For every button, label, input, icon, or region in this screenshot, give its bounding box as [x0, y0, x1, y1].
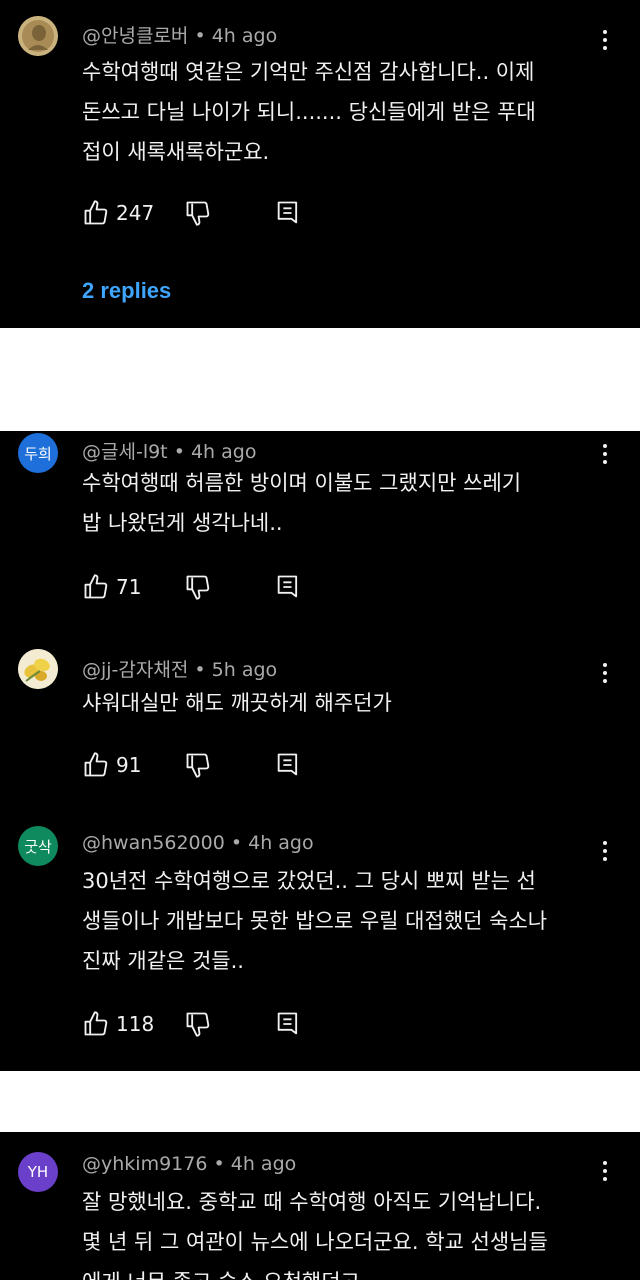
comment-time[interactable]: 5h ago — [212, 659, 278, 681]
meta-separator: • — [194, 25, 206, 47]
more-vertical-icon[interactable] — [600, 30, 610, 50]
dislike-button[interactable] — [184, 750, 212, 780]
thumbs-up-icon — [84, 1011, 108, 1036]
avatar[interactable]: 굿삭 — [18, 826, 58, 866]
comment-panel-2: 두희 @글세-l9t • 4h ago 수학여행때 허름한 방이며 이불도 그랬… — [0, 431, 640, 1071]
like-button[interactable]: 118 — [82, 1009, 154, 1039]
comment-actions: 247 — [82, 198, 342, 228]
comment-text: 30년전 수학여행으로 갔었던.. 그 당시 뽀찌 받는 선 생들이나 개밥보다… — [82, 861, 602, 981]
like-count: 247 — [116, 201, 155, 225]
like-button[interactable]: 91 — [82, 750, 141, 780]
comment-line: 밥 나왔던게 생각나네.. — [82, 511, 283, 535]
avatar[interactable]: YH — [18, 1152, 58, 1192]
author-handle[interactable]: @jj-감자채전 — [82, 659, 188, 681]
comment-meta: @jj-감자채전 • 5h ago — [82, 655, 277, 682]
comment-actions: 91 — [82, 750, 342, 780]
comment-line: 수학여행때 허름한 방이며 이불도 그랬지만 쓰레기 — [82, 471, 522, 495]
comment-text: 샤워대실만 해도 깨끗하게 해주던가 — [82, 683, 602, 723]
dislike-button[interactable] — [184, 1009, 212, 1039]
flower-avatar-icon — [18, 649, 58, 689]
reply-button[interactable] — [274, 572, 302, 602]
more-vertical-icon[interactable] — [600, 1161, 610, 1181]
thumbs-up-icon — [84, 200, 108, 225]
thumbs-up-icon — [84, 752, 108, 777]
comment-item: 두희 @글세-l9t • 4h ago 수학여행때 허름한 방이며 이불도 그랬… — [0, 431, 640, 621]
comment-text: 잘 망했네요. 중학교 때 수학여행 아직도 기억납니다. 몇 년 뒤 그 여관… — [82, 1182, 602, 1280]
comment-item: @안녕클로버 • 4h ago 수학여행때 엿같은 기억만 주신점 감사합니다.… — [0, 0, 640, 328]
thumbs-down-icon — [186, 753, 210, 778]
author-handle[interactable]: @안녕클로버 — [82, 25, 188, 47]
comment-line: 몇 년 뒤 그 여관이 뉴스에 나오더군요. 학교 선생님들 — [82, 1230, 548, 1254]
reply-comment-icon — [277, 201, 298, 224]
reply-comment-icon — [277, 753, 298, 776]
comment-line: 접이 새록새록하군요. — [82, 140, 270, 164]
comment-text: 수학여행때 엿같은 기억만 주신점 감사합니다.. 이제 돈쓰고 다닐 나이가 … — [82, 52, 602, 172]
avatar[interactable] — [18, 16, 58, 56]
comment-meta: @hwan562000 • 4h ago — [82, 832, 314, 854]
comment-time[interactable]: 4h ago — [191, 441, 257, 463]
like-button[interactable]: 71 — [82, 572, 141, 602]
thumbs-down-icon — [186, 575, 210, 600]
reply-button[interactable] — [274, 198, 302, 228]
comment-panel-3: YH @yhkim9176 • 4h ago 잘 망했네요. 중학교 때 수학여… — [0, 1132, 640, 1280]
comment-line: 수학여행때 엿같은 기억만 주신점 감사합니다.. 이제 — [82, 60, 535, 84]
comment-line: 진짜 개같은 것들.. — [82, 949, 244, 973]
dislike-button[interactable] — [184, 198, 212, 228]
comment-line: 잘 망했네요. 중학교 때 수학여행 아직도 기억납니다. — [82, 1190, 542, 1214]
comment-item: 굿삭 @hwan562000 • 4h ago 30년전 수학여행으로 갔었던.… — [0, 823, 640, 1071]
comment-panel-1: @안녕클로버 • 4h ago 수학여행때 엿같은 기억만 주신점 감사합니다.… — [0, 0, 640, 328]
comment-meta: @안녕클로버 • 4h ago — [82, 21, 277, 48]
author-handle[interactable]: @yhkim9176 — [82, 1153, 207, 1175]
more-vertical-icon[interactable] — [600, 841, 610, 861]
comment-actions: 118 — [82, 1009, 342, 1039]
meta-separator: • — [230, 832, 243, 854]
comment-line: 에게 너무 좀고 숙소 요청했던고 — [82, 1262, 602, 1280]
like-button[interactable]: 247 — [82, 198, 154, 228]
meta-separator: • — [173, 441, 185, 463]
like-count: 71 — [116, 575, 142, 599]
like-count: 91 — [116, 753, 142, 777]
comment-time[interactable]: 4h ago — [231, 1153, 297, 1175]
comment-line: 샤워대실만 해도 깨끗하게 해주던가 — [82, 691, 392, 715]
comment-item: @jj-감자채전 • 5h ago 샤워대실만 해도 깨끗하게 해주던가 91 — [0, 647, 640, 797]
author-handle[interactable]: @글세-l9t — [82, 441, 168, 463]
comment-time[interactable]: 4h ago — [212, 25, 278, 47]
coin-avatar-icon — [18, 16, 58, 56]
comment-line: 생들이나 개밥보다 못한 밥으로 우릴 대접했던 숙소나 — [82, 909, 548, 933]
avatar[interactable] — [18, 649, 58, 689]
avatar-initials: 두희 — [24, 444, 52, 463]
reply-button[interactable] — [274, 1009, 302, 1039]
reply-button[interactable] — [274, 750, 302, 780]
comment-actions: 71 — [82, 572, 342, 602]
view-replies-link[interactable]: 2 replies — [82, 278, 171, 304]
comment-meta: @글세-l9t • 4h ago — [82, 437, 256, 464]
comment-text: 수학여행때 허름한 방이며 이불도 그랬지만 쓰레기 밥 나왔던게 생각나네.. — [82, 463, 602, 543]
meta-separator: • — [213, 1153, 225, 1175]
meta-separator: • — [194, 659, 206, 681]
thumbs-down-icon — [186, 1012, 210, 1037]
more-vertical-icon[interactable] — [600, 444, 610, 464]
avatar[interactable]: 두희 — [18, 433, 58, 473]
comment-item: YH @yhkim9176 • 4h ago 잘 망했네요. 중학교 때 수학여… — [0, 1132, 640, 1280]
like-count: 118 — [116, 1012, 155, 1036]
thumbs-down-icon — [186, 201, 210, 226]
comment-line: 돈쓰고 다닐 나이가 되니....... 당신들에게 받은 푸대 — [82, 100, 536, 124]
reply-comment-icon — [277, 1012, 298, 1035]
more-vertical-icon[interactable] — [600, 663, 610, 683]
author-handle[interactable]: @hwan562000 — [82, 832, 225, 854]
comment-time[interactable]: 4h ago — [248, 832, 314, 854]
thumbs-up-icon — [84, 574, 108, 599]
dislike-button[interactable] — [184, 572, 212, 602]
comment-line: 30년전 수학여행으로 갔었던.. 그 당시 뽀찌 받는 선 — [82, 869, 536, 893]
avatar-initials: YH — [27, 1163, 49, 1181]
comment-meta: @yhkim9176 • 4h ago — [82, 1153, 296, 1175]
avatar-initials: 굿삭 — [24, 837, 52, 856]
reply-comment-icon — [277, 575, 298, 598]
